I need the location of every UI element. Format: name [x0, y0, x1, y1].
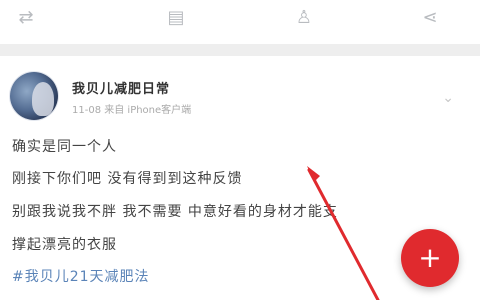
chevron-down-icon[interactable]: ⌄: [442, 90, 454, 106]
like-icon[interactable]: ♙: [292, 6, 316, 30]
repost-icon[interactable]: ⇄: [14, 6, 38, 30]
section-divider: [0, 44, 480, 56]
avatar[interactable]: [10, 72, 58, 120]
post-text-line: 确实是同一个人: [12, 139, 117, 155]
author-name[interactable]: 我贝儿减肥日常: [72, 78, 170, 97]
post-text-line: 别跟我说我不胖 我不需要 中意好看的身材才能支: [12, 204, 338, 220]
post-text-line: 撑起漂亮的衣服: [12, 237, 117, 253]
share-icon[interactable]: ⋖: [418, 6, 442, 30]
bottom-action-toolbar: ⇄ ▤ ♙ ⋖: [0, 0, 480, 44]
post-text-line: 刚接下你们吧 没有得到到这种反馈: [12, 171, 243, 187]
comment-icon[interactable]: ▤: [164, 6, 188, 30]
compose-fab-button[interactable]: +: [401, 229, 459, 287]
hashtag-link[interactable]: #我贝儿21天减肥法: [12, 266, 150, 286]
post-meta: 11-08 来自 iPhone客户端: [72, 105, 192, 116]
